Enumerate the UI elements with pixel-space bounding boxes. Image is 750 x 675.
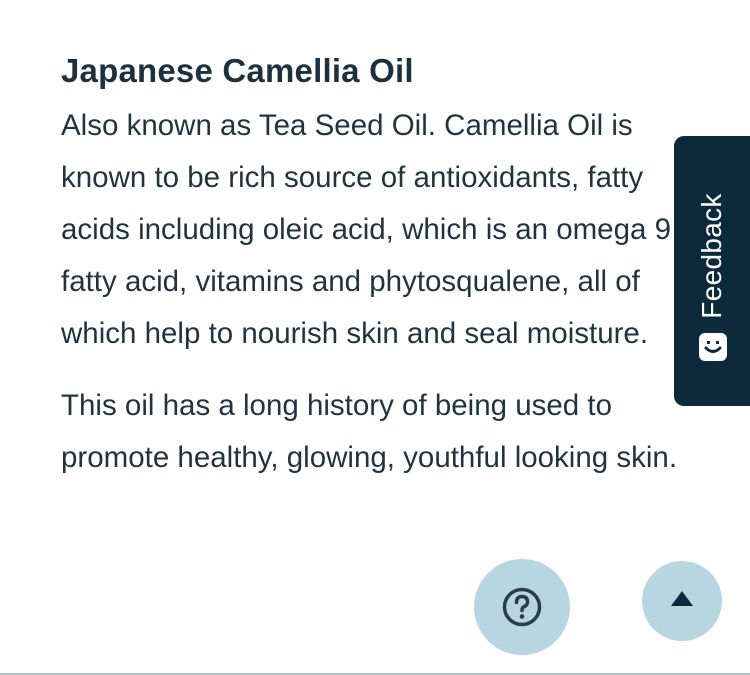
caret-up-icon [671, 591, 693, 606]
feedback-tab[interactable]: Feedback [674, 136, 750, 406]
help-button[interactable] [474, 559, 570, 655]
ingredient-description: Also known as Tea Seed Oil. Camellia Oil… [61, 109, 672, 350]
feedback-label: Feedback [696, 193, 727, 319]
ingredient-history: This oil has a long history of being use… [61, 389, 678, 474]
question-circle-icon [502, 587, 542, 627]
ingredient-title: Japanese Camellia Oil [61, 52, 414, 89]
product-ingredient-page: Japanese Camellia Oil Also known as Tea … [0, 0, 750, 675]
ingredient-section: Japanese Camellia Oil Also known as Tea … [61, 48, 686, 484]
scroll-to-top-button[interactable] [642, 561, 722, 641]
smiley-icon [698, 332, 728, 362]
